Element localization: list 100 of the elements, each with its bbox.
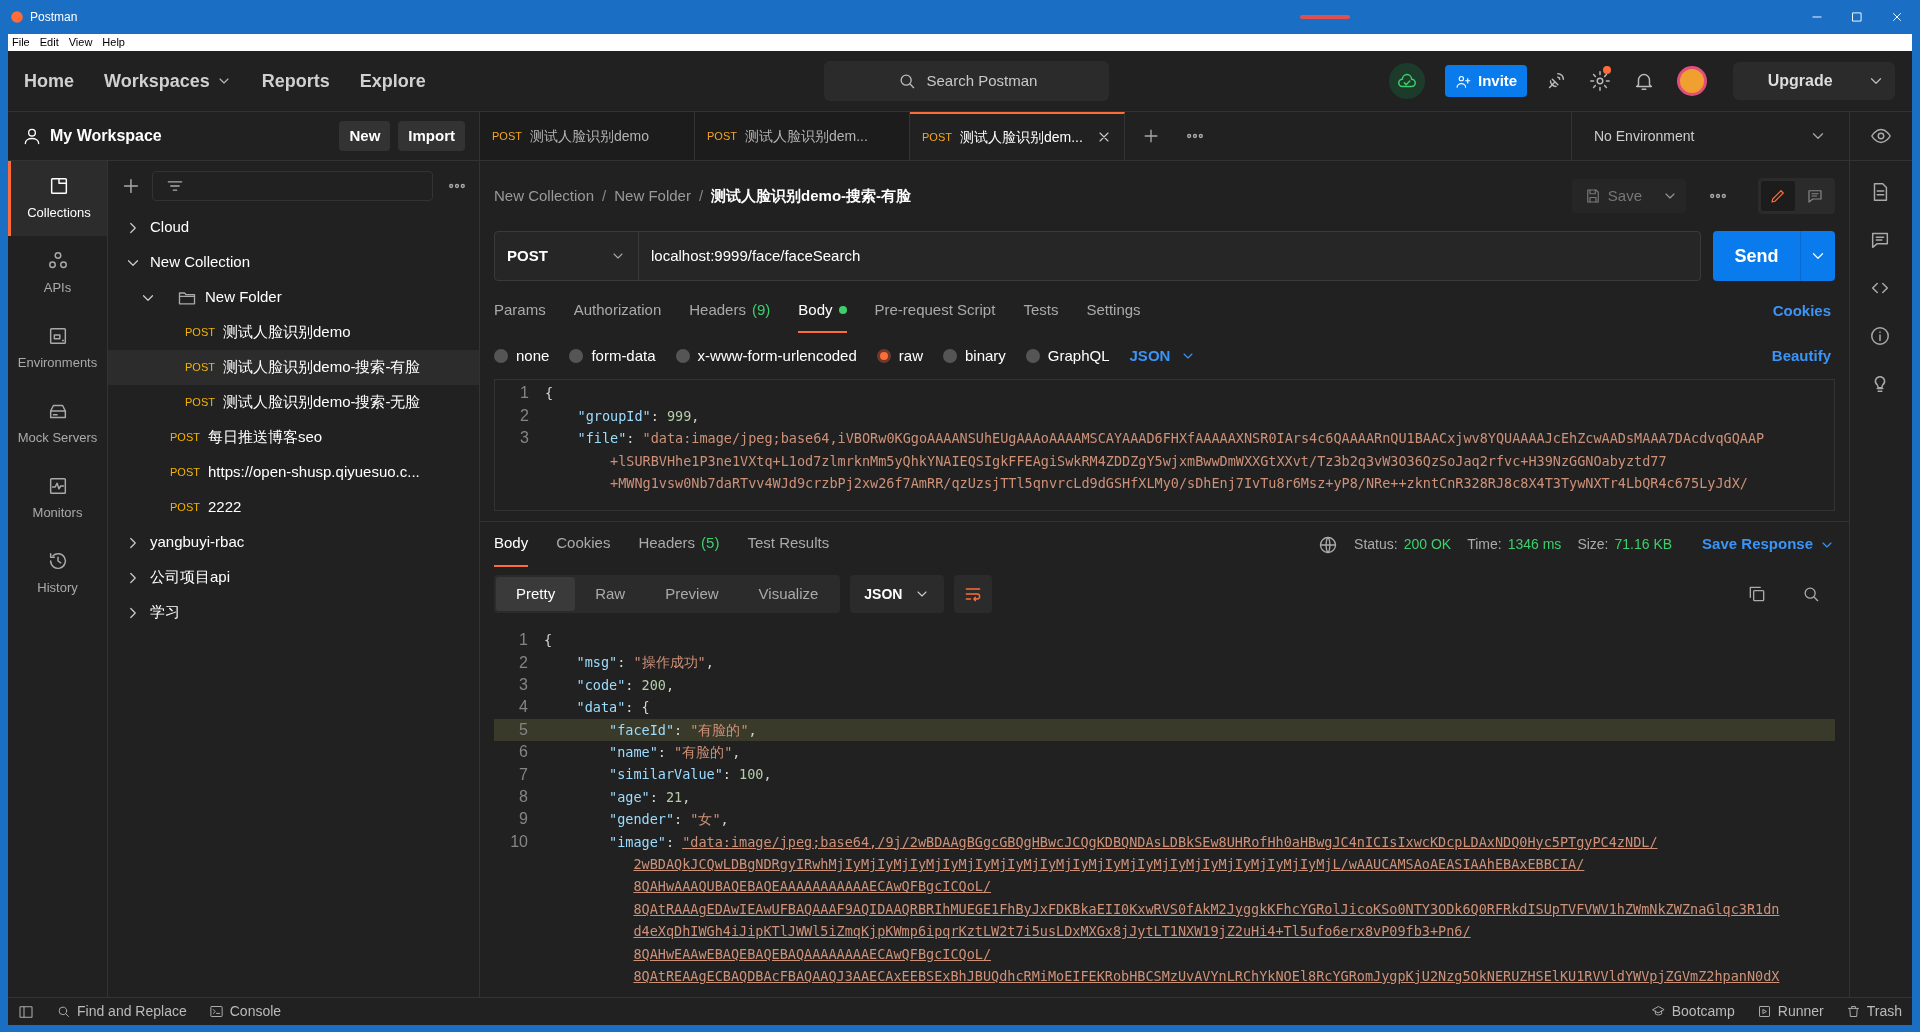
close-icon[interactable] — [1890, 10, 1904, 24]
filter-field[interactable] — [151, 170, 434, 201]
upgrade-button[interactable]: Upgrade — [1733, 62, 1896, 100]
radio-button[interactable] — [494, 349, 508, 363]
wrap-button[interactable] — [954, 575, 993, 613]
tab[interactable]: Body — [798, 289, 847, 333]
code-text: 8QAtREAAgECBAQDBAcFBAQAAQJ3AAECAxEEBSExBhJBUQdhcRMiMoEIFEKRobHBCSMzUvAVYnLRChYkNOEl8RcYGRomJygpKjU2Nzg5OkNERUZHSElKU1RVVldYWVpjZGVmZ2hpanN0dX — [632, 966, 1780, 986]
maximize-icon[interactable] — [1850, 10, 1864, 24]
radio-option[interactable]: none — [494, 344, 550, 368]
tab[interactable]: Cookies — [556, 522, 611, 567]
rail-item[interactable]: Environments — [8, 311, 107, 386]
radio-option[interactable]: GraphQL — [1025, 344, 1110, 368]
search-input[interactable]: Search Postman — [926, 69, 1037, 93]
search-icon — [56, 1004, 71, 1019]
tree-item[interactable]: POST 2222 — [108, 490, 479, 525]
environment-select[interactable]: No Environment — [1572, 112, 1850, 160]
tree-item[interactable]: New Folder — [108, 280, 479, 315]
request-tab[interactable]: POST 测试人脸识别dem... — [910, 112, 1125, 160]
radio-button[interactable] — [569, 349, 584, 363]
code-text: { — [545, 384, 554, 404]
menu-item[interactable]: Help — [102, 34, 125, 51]
avatar[interactable] — [1677, 66, 1708, 96]
menu-item[interactable]: View — [68, 34, 93, 51]
sidebar-icon[interactable] — [18, 1003, 34, 1020]
tab[interactable]: Tests — [1023, 289, 1059, 333]
url-field[interactable]: localhost:9999/face/faceSearch — [639, 232, 1700, 280]
method-select[interactable]: POST — [495, 232, 639, 280]
send-button[interactable]: Send — [1713, 231, 1835, 281]
tab[interactable]: Headers (5) — [638, 522, 720, 567]
cookies-link[interactable]: Cookies — [1772, 299, 1831, 323]
beautify-link[interactable]: Beautify — [1771, 344, 1831, 368]
tree-item[interactable]: yangbuyi-rbac — [108, 525, 479, 560]
status-bar-button[interactable]: Find and Replace — [56, 1001, 187, 1022]
nav-link[interactable]: Home — [24, 67, 74, 95]
rail-item[interactable]: Collections — [8, 161, 107, 236]
item-label: 测试人脸识别demo-搜索-有脸 — [222, 357, 421, 378]
tree-item[interactable]: New Collection — [108, 245, 479, 280]
menu-item[interactable]: Edit — [39, 34, 59, 51]
format-select[interactable]: JSON — [1129, 344, 1197, 368]
radio-button[interactable] — [675, 349, 690, 363]
rail-item[interactable]: History — [8, 536, 107, 611]
save-response-button[interactable]: Save Response — [1702, 533, 1835, 556]
tree-item[interactable]: POST https://open-shusp.qiyuesuo.c... — [108, 455, 479, 490]
view-tab[interactable]: Raw — [575, 577, 646, 611]
tab[interactable]: Body — [494, 522, 529, 567]
rail-item[interactable]: Mock Servers — [8, 386, 107, 461]
workspace-button[interactable]: Import — [398, 121, 465, 151]
menu-item[interactable]: File — [12, 34, 30, 51]
status-bar-button[interactable]: Runner — [1756, 1001, 1824, 1022]
invite-button[interactable]: Invite — [1445, 65, 1528, 97]
tab[interactable]: Params — [494, 289, 546, 333]
tree-item[interactable]: 公司项目api — [108, 560, 479, 595]
status-bar-button[interactable]: Console — [208, 1001, 282, 1022]
radio-button[interactable] — [942, 349, 957, 363]
status-bar-button[interactable]: Trash — [1845, 1001, 1902, 1022]
view-tab[interactable]: Visualize — [738, 577, 839, 611]
settings-icon[interactable] — [1589, 70, 1612, 92]
nav-link[interactable]: Workspaces — [104, 67, 232, 95]
radio-option[interactable]: x-www-form-urlencoded — [675, 344, 857, 368]
edit-mode-button[interactable] — [1761, 181, 1795, 211]
tree-item[interactable]: POST 测试人脸识别demo — [108, 315, 479, 350]
line-number: 3 — [519, 428, 530, 449]
nav-link[interactable]: Reports — [261, 67, 330, 95]
tree-item[interactable]: POST 测试人脸识别demo-搜索-有脸 — [108, 350, 479, 385]
request-tab[interactable]: POST 测试人脸识别dem... — [695, 112, 910, 160]
copy-icon[interactable] — [1747, 584, 1767, 604]
tab[interactable]: Headers (9) — [689, 289, 771, 333]
rail-item[interactable]: APIs — [8, 236, 107, 311]
radio-option[interactable]: raw — [876, 344, 923, 368]
view-tab[interactable]: Pretty — [496, 577, 576, 611]
search-field[interactable]: Search Postman — [824, 61, 1109, 101]
radio-button[interactable] — [876, 349, 891, 363]
size-value: 71.16 KB — [1614, 535, 1673, 554]
tab[interactable]: Pre-request Script — [874, 289, 996, 333]
radio-option[interactable]: form-data — [569, 344, 656, 368]
nav-link[interactable]: Explore — [359, 67, 426, 95]
tree-item[interactable]: 学习 — [108, 595, 479, 630]
tree-item[interactable]: Cloud — [108, 210, 479, 245]
url-bar[interactable]: POST localhost:9999/face/faceSearch — [494, 231, 1701, 281]
line-number: 6 — [518, 742, 529, 763]
item-label: 测试人脸识别demo-搜索-无脸 — [222, 392, 421, 413]
radio-option[interactable]: binary — [942, 344, 1006, 368]
info-icon[interactable] — [1869, 325, 1891, 347]
view-tab[interactable]: Preview — [645, 577, 739, 611]
sync-button[interactable] — [1389, 63, 1425, 99]
tree-item[interactable]: POST 测试人脸识别demo-搜索-无脸 — [108, 385, 479, 420]
radio-button[interactable] — [1025, 349, 1040, 363]
tab[interactable]: Test Results — [747, 522, 830, 567]
request-tab[interactable]: POST 测试人脸识别demo — [480, 112, 695, 160]
tab[interactable]: Settings — [1086, 289, 1141, 333]
status-bar-button[interactable]: Bootcamp — [1650, 1001, 1735, 1022]
tree-item[interactable]: POST 每日推送博客seo — [108, 420, 479, 455]
breadcrumb-link[interactable]: New Collection — [494, 184, 595, 208]
workspace-button[interactable]: New — [339, 121, 391, 151]
format-select[interactable]: JSON — [850, 575, 945, 613]
item-label: https://open-shusp.qiyuesuo.c... — [207, 462, 420, 483]
breadcrumb-link[interactable]: New Folder — [614, 184, 691, 208]
tab[interactable]: Authorization — [573, 289, 662, 333]
rail-item[interactable]: Monitors — [8, 461, 107, 536]
bootcamp-icon — [1650, 1004, 1666, 1019]
